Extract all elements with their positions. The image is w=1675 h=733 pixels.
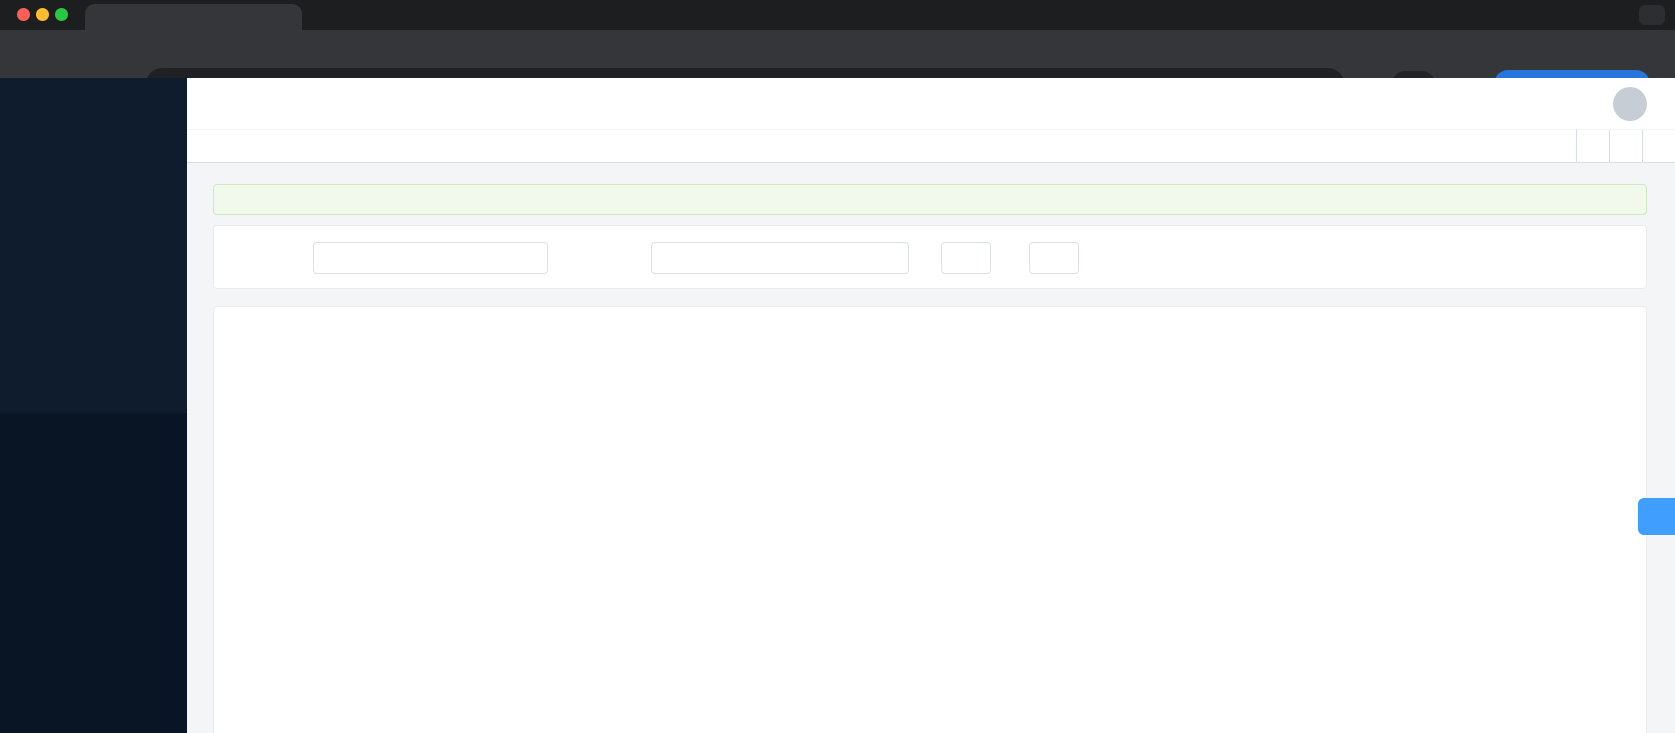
page-content	[187, 164, 1675, 733]
browser-home-button[interactable]	[111, 59, 130, 78]
sidebar-collapse-button[interactable]	[204, 94, 223, 113]
double-left-icon	[206, 139, 221, 154]
window-close-button[interactable]	[17, 8, 30, 21]
date-range-picker[interactable]	[651, 242, 909, 274]
tags-menu-button[interactable]	[1642, 130, 1675, 162]
tags-refresh-button[interactable]	[1609, 130, 1642, 162]
grid-icon	[1652, 139, 1667, 154]
tags-controls	[1576, 130, 1675, 162]
double-right-icon	[1586, 139, 1601, 154]
fullscreen-icon[interactable]	[1441, 95, 1459, 113]
window-minimize-button[interactable]	[36, 8, 49, 21]
calendar-icon	[662, 251, 677, 266]
task-name-input[interactable]	[313, 242, 548, 274]
success-check-icon	[227, 192, 242, 207]
task-table-card	[213, 306, 1647, 733]
favicon	[95, 10, 110, 25]
forward-button[interactable]	[44, 59, 63, 78]
tab-search-button[interactable]	[1639, 5, 1665, 25]
reset-button[interactable]	[1029, 242, 1079, 274]
tags-scroll-left-button[interactable]	[201, 130, 225, 162]
side-panel-icon[interactable]	[1362, 59, 1381, 78]
browser-toolbar	[0, 30, 1675, 100]
search-button[interactable]	[941, 242, 991, 274]
app-header	[187, 78, 1675, 130]
logo-image	[18, 89, 48, 129]
chevron-down-icon	[1646, 9, 1659, 22]
search-icon	[956, 251, 970, 265]
browser-tabstrip	[0, 0, 1675, 30]
tab-close-icon[interactable]	[278, 10, 292, 24]
doc-alert	[213, 184, 1647, 215]
app-root	[0, 78, 1675, 733]
notification-bell-icon[interactable]	[1569, 95, 1587, 113]
sidebar	[0, 78, 187, 733]
tags-scroll-right-button[interactable]	[1576, 130, 1609, 162]
reset-icon	[1044, 251, 1058, 265]
sidebar-submenu-background	[0, 413, 187, 733]
main-area	[187, 78, 1675, 733]
new-tab-button[interactable]	[312, 7, 328, 23]
settings-drawer-button[interactable]	[1638, 498, 1675, 535]
tags-view-bar	[187, 130, 1675, 163]
avatar[interactable]	[1613, 86, 1647, 121]
back-button[interactable]	[12, 59, 31, 78]
search-icon[interactable]	[1482, 95, 1500, 113]
reload-button[interactable]	[78, 59, 97, 78]
header-actions	[1441, 86, 1675, 121]
gear-icon	[1648, 508, 1665, 525]
filter-card	[213, 225, 1647, 289]
alert-close-icon[interactable]	[1620, 193, 1633, 206]
window-maximize-button[interactable]	[55, 8, 68, 21]
app-logo[interactable]	[0, 78, 187, 140]
browser-tab[interactable]	[85, 4, 302, 30]
refresh-icon	[1619, 139, 1634, 154]
